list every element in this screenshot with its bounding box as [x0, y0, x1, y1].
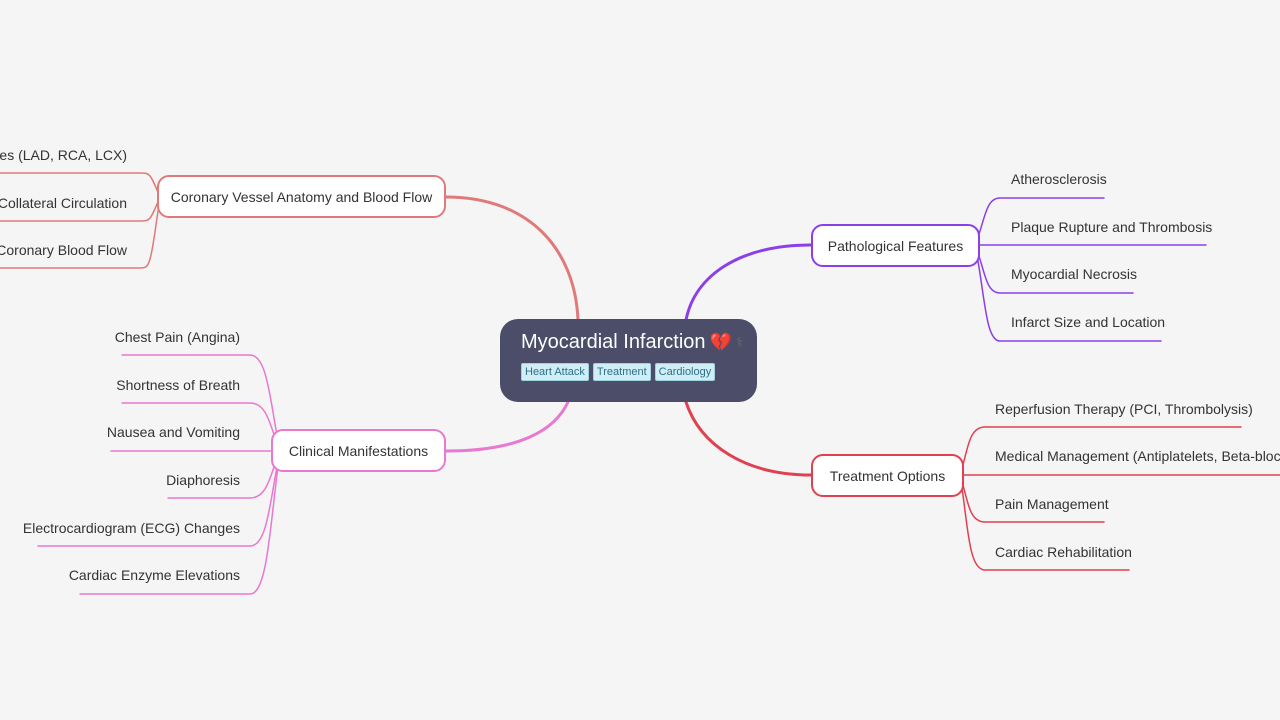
leaf-shortness-of-breath[interactable]: Shortness of Breath — [116, 376, 240, 394]
leaf-plaque-rupture[interactable]: Plaque Rupture and Thrombosis — [1011, 218, 1212, 236]
tag-cardiology[interactable]: Cardiology — [654, 363, 716, 381]
leaf-ecg-changes[interactable]: Electrocardiogram (ECG) Changes — [23, 519, 240, 537]
leaf-infarct-size[interactable]: Infarct Size and Location — [1011, 313, 1165, 331]
branch-label: Clinical Manifestations — [288, 442, 429, 459]
connector-center-pathological — [684, 243, 813, 322]
leaf-diaphoresis[interactable]: Diaphoresis — [166, 471, 240, 489]
tag-heart-attack[interactable]: Heart Attack — [521, 363, 589, 381]
connector-center-treatment — [684, 400, 813, 477]
leaf-collateral-circulation[interactable]: Collateral Circulation — [0, 194, 127, 212]
leaf-medical-management[interactable]: Medical Management (Antiplatelets, Beta-… — [995, 447, 1280, 465]
leaf-chest-pain[interactable]: Chest Pain (Angina) — [115, 328, 240, 346]
leaf-reperfusion-therapy[interactable]: Reperfusion Therapy (PCI, Thrombolysis) — [995, 400, 1253, 418]
leaf-cardiac-enzymes[interactable]: Cardiac Enzyme Elevations — [69, 566, 240, 584]
leaf-coronary-arteries[interactable]: teries (LAD, RCA, LCX) — [0, 146, 127, 164]
leaf-pain-management[interactable]: Pain Management — [995, 495, 1109, 513]
connector-center-clinical — [444, 400, 570, 453]
connector-center-coronary — [444, 195, 580, 322]
branch-label: Treatment Options — [829, 467, 946, 484]
leaf-coronary-blood-flow[interactable]: Coronary Blood Flow — [0, 241, 127, 259]
branch-label: Pathological Features — [827, 237, 964, 254]
tag-treatment[interactable]: Treatment — [592, 363, 651, 381]
leaf-myocardial-necrosis[interactable]: Myocardial Necrosis — [1011, 265, 1137, 283]
branch-clinical-manifestations[interactable]: Clinical Manifestations — [271, 429, 446, 472]
branch-pathological-features[interactable]: Pathological Features — [811, 224, 980, 267]
leaf-cardiac-rehab[interactable]: Cardiac Rehabilitation — [995, 543, 1132, 561]
leaf-atherosclerosis[interactable]: Atherosclerosis — [1011, 170, 1107, 188]
branch-coronary-vessel-anatomy[interactable]: Coronary Vessel Anatomy and Blood Flow — [157, 175, 446, 218]
central-topic-title: Myocardial Infarction — [521, 331, 706, 353]
branch-label: Coronary Vessel Anatomy and Blood Flow — [170, 188, 433, 205]
medical-staff-icon: ⚕ — [735, 334, 744, 350]
branch-treatment-options[interactable]: Treatment Options — [811, 454, 964, 497]
leaf-nausea-vomiting[interactable]: Nausea and Vomiting — [107, 423, 240, 441]
central-topic[interactable]: Myocardial Infarction 💔 ⚕ Heart Attack T… — [500, 319, 757, 402]
broken-heart-icon: 💔 — [709, 332, 732, 352]
